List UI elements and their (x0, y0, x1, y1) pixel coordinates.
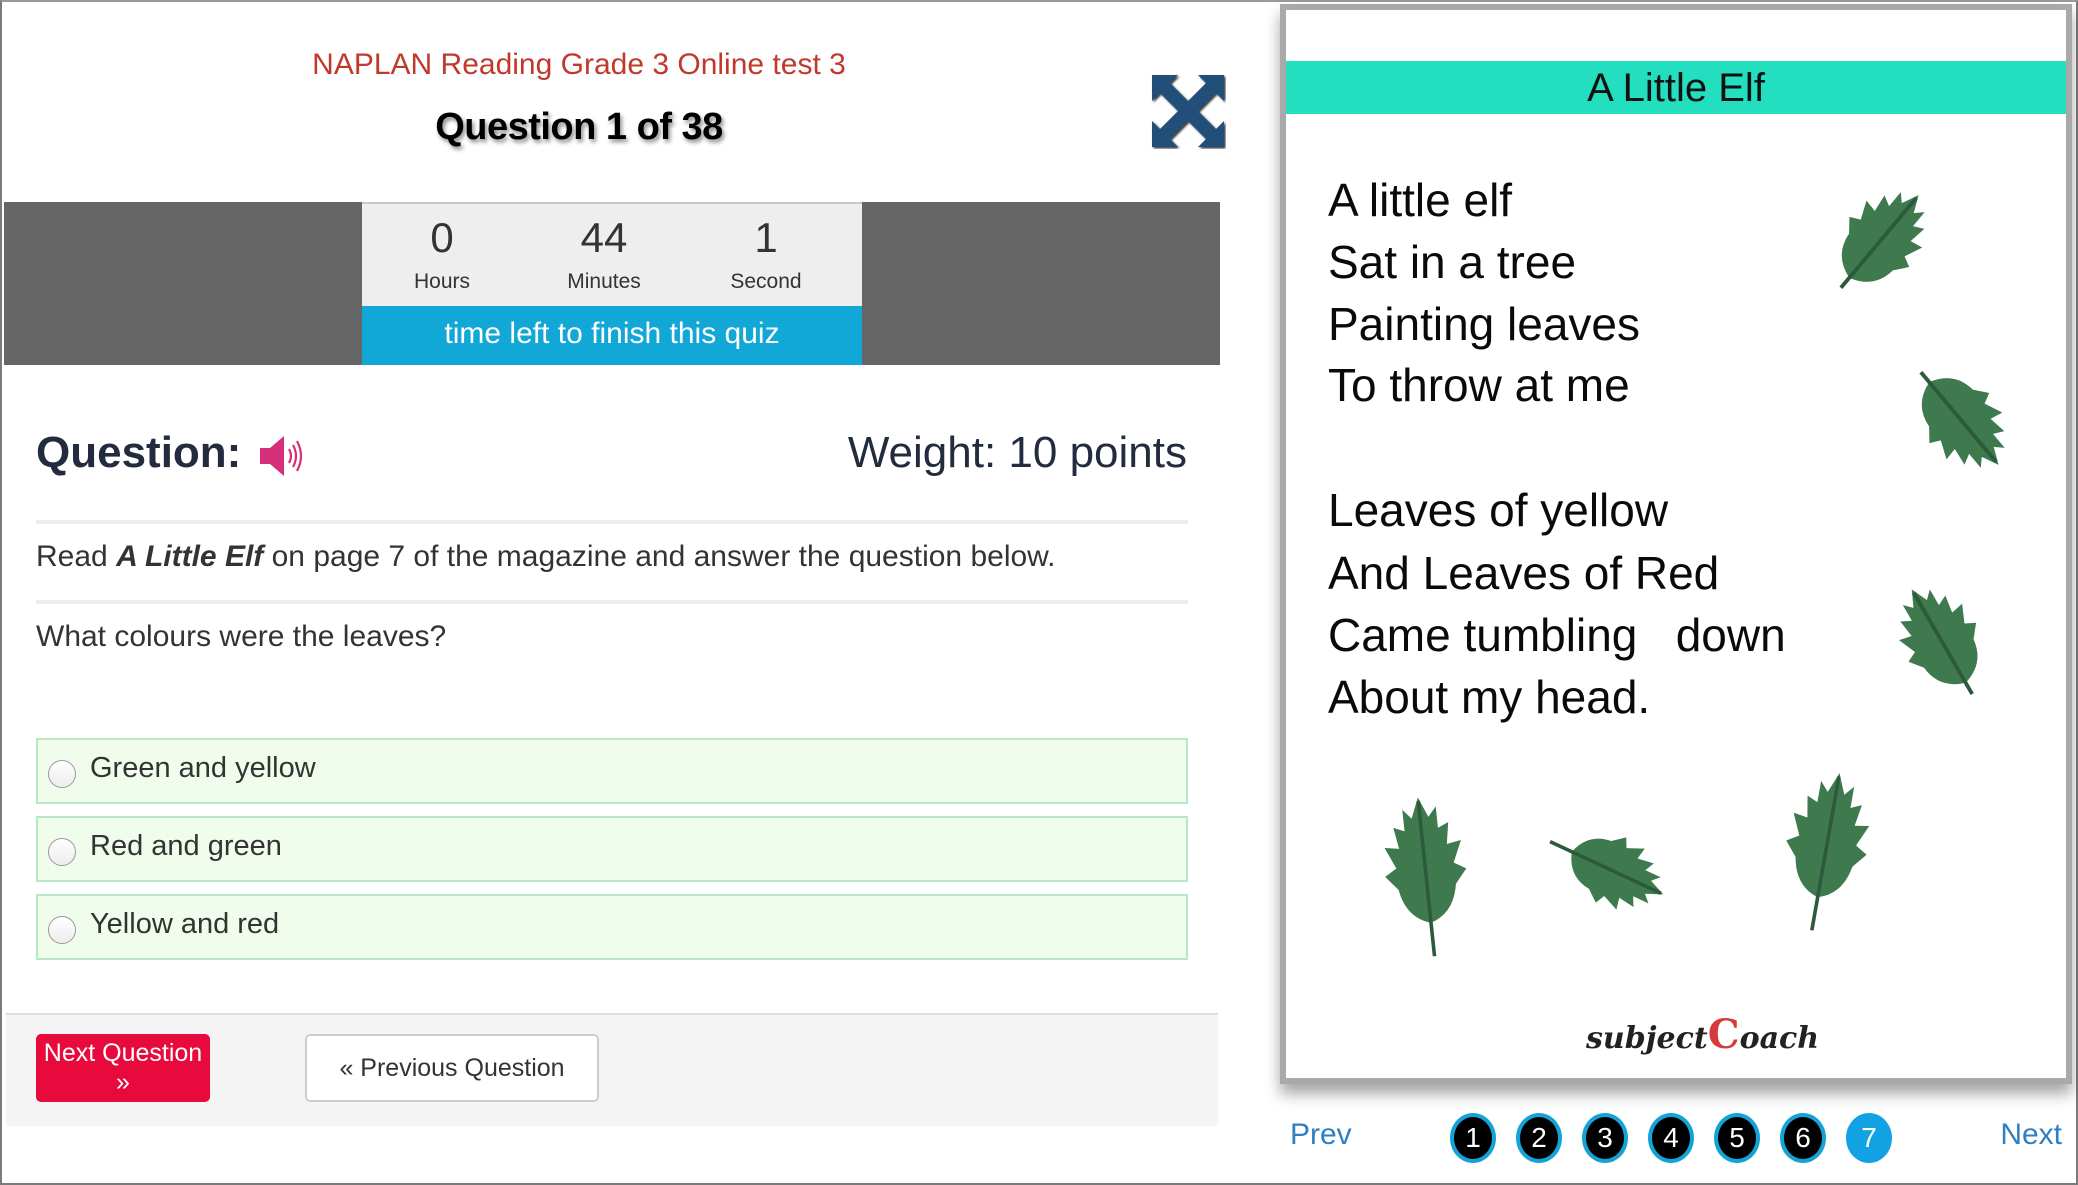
next-question-button[interactable]: Next Question » (36, 1034, 210, 1102)
leaf-illustration (1839, 192, 1925, 290)
page-button[interactable]: 4 (1648, 1113, 1694, 1163)
page-button[interactable]: 3 (1582, 1113, 1628, 1163)
poem-line: About my head. (1328, 671, 1651, 723)
story-title: A Little Elf (1286, 61, 2066, 114)
answer-option-label: Green and yellow (90, 752, 316, 784)
read-aloud-button[interactable] (258, 432, 308, 480)
answer-option[interactable]: Yellow and red (36, 894, 1188, 960)
logo-c-mark: C (1707, 1011, 1740, 1058)
question-weight: Weight: 10 points (847, 428, 1187, 477)
question-instruction: Read A Little Elf on page 7 of the magaz… (36, 540, 1056, 574)
answer-option-label: Yellow and red (90, 908, 280, 940)
page-button[interactable]: 1 (1450, 1113, 1496, 1163)
poem-line: A little elf (1328, 174, 1513, 226)
magazine-page: A Little Elf A little elf Sat in a tree … (1280, 4, 2072, 1084)
answer-option[interactable]: Red and green (36, 816, 1188, 882)
instruction-story-title: A Little Elf (116, 540, 264, 573)
leaf-illustration (1786, 773, 1870, 931)
subjectcoach-logo: subjectCoach (1586, 1011, 1819, 1058)
expand-arrows-icon (1152, 75, 1224, 147)
expand-fullscreen-button[interactable] (1150, 73, 1226, 149)
timer-seconds: 1 Second (686, 204, 846, 294)
pager-prev-link[interactable]: Prev (1290, 1118, 1352, 1152)
magazine-pager: Prev 1 2 3 4 5 6 7 Next (1280, 1090, 2072, 1180)
speaker-icon (260, 436, 303, 476)
question-prompt: What colours were the leaves? (36, 620, 447, 653)
page-button[interactable]: 5 (1714, 1113, 1760, 1163)
timer-caption: time left to finish this quiz (362, 306, 862, 365)
instruction-text: on page 7 of the magazine and answer the… (263, 540, 1056, 573)
poem-line: And Leaves of Red (1328, 547, 1720, 599)
divider (36, 520, 1188, 524)
poem-line: Leaves of yellow (1328, 484, 1669, 536)
leaf-illustration (1919, 370, 2005, 468)
answer-option[interactable]: Green and yellow (36, 738, 1188, 804)
divider (36, 600, 1188, 604)
seconds-value: 1 (754, 214, 778, 261)
poem-line: Painting leaves (1328, 298, 1640, 350)
minutes-label: Minutes (567, 270, 641, 293)
minutes-value: 44 (580, 214, 628, 261)
logo-text: oach (1739, 1021, 1820, 1056)
previous-question-button[interactable]: « Previous Question (305, 1034, 599, 1102)
hours-value: 0 (430, 214, 454, 261)
poem-line: To throw at me (1328, 359, 1630, 411)
leaf-illustration (1549, 837, 1664, 910)
timer-hours: 0 Hours (362, 204, 522, 294)
countdown-timer: 0 Hours 44 Minutes 1 Second time left to… (362, 202, 862, 365)
hours-label: Hours (413, 270, 471, 293)
poem-line: Came tumbling down (1328, 609, 1786, 661)
leaf-illustration (1384, 797, 1467, 957)
answer-option-label: Red and green (90, 830, 282, 862)
instruction-text: Read (36, 540, 117, 573)
pager-next-link[interactable]: Next (2000, 1118, 2062, 1152)
question-heading: Question: (36, 428, 242, 477)
page-button-current[interactable]: 7 (1846, 1113, 1892, 1163)
logo-text: subject (1586, 1021, 1708, 1056)
leaf-illustration (1899, 589, 1978, 696)
quiz-title: NAPLAN Reading Grade 3 Online test 3 (312, 48, 846, 81)
page-button[interactable]: 6 (1780, 1113, 1826, 1163)
radio-button[interactable] (48, 760, 76, 788)
timer-minutes: 44 Minutes (524, 204, 684, 294)
seconds-label: Second (730, 270, 802, 293)
radio-button[interactable] (48, 916, 76, 944)
question-counter: Question 1 of 38 (435, 106, 723, 148)
radio-button[interactable] (48, 838, 76, 866)
poem-line: Sat in a tree (1328, 236, 1577, 288)
page-button[interactable]: 2 (1516, 1113, 1562, 1163)
